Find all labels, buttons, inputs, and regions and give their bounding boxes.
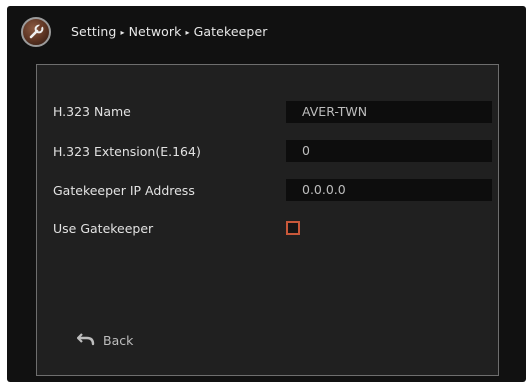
gatekeeper-ip-field[interactable]: 0.0.0.0 bbox=[286, 179, 492, 201]
back-button[interactable]: Back bbox=[76, 332, 134, 349]
header: Setting ▸ Network ▸ Gatekeeper bbox=[7, 6, 526, 56]
gatekeeper-settings-panel: H.323 Name AVER-TWN H.323 Extension(E.16… bbox=[36, 64, 499, 376]
use-gatekeeper-checkbox[interactable] bbox=[286, 221, 300, 235]
breadcrumb-gatekeeper: Gatekeeper bbox=[193, 24, 268, 39]
gatekeeper-ip-label: Gatekeeper IP Address bbox=[53, 183, 195, 198]
h323-extension-field[interactable]: 0 bbox=[286, 140, 492, 162]
screen: Setting ▸ Network ▸ Gatekeeper H.323 Name AV… bbox=[7, 6, 526, 382]
breadcrumb-setting[interactable]: Setting bbox=[71, 24, 116, 39]
h323-extension-label: H.323 Extension(E.164) bbox=[53, 144, 201, 159]
breadcrumb: Setting ▸ Network ▸ Gatekeeper bbox=[71, 24, 268, 39]
breadcrumb-separator: ▸ bbox=[185, 28, 190, 37]
wrench-icon bbox=[21, 17, 51, 47]
back-label: Back bbox=[103, 333, 134, 348]
undo-arrow-icon bbox=[76, 332, 95, 349]
breadcrumb-separator: ▸ bbox=[120, 28, 125, 37]
breadcrumb-network[interactable]: Network bbox=[129, 24, 182, 39]
use-gatekeeper-label: Use Gatekeeper bbox=[53, 221, 154, 236]
h323-name-label: H.323 Name bbox=[53, 104, 131, 119]
h323-name-field[interactable]: AVER-TWN bbox=[286, 101, 492, 123]
